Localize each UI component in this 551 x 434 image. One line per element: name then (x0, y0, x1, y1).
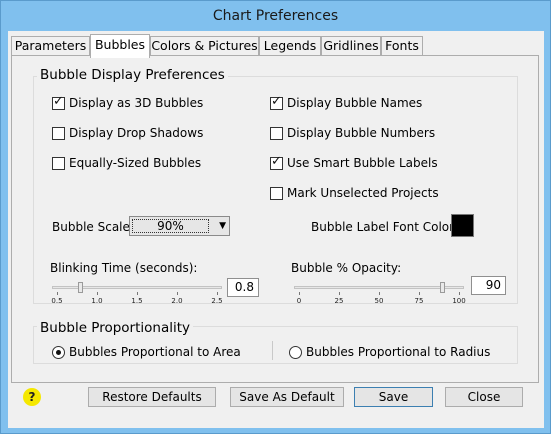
blinking-tick-mark (177, 292, 178, 295)
opacity-input[interactable]: 90 (471, 276, 506, 295)
bubble-scale-label: Bubble Scale: (52, 220, 134, 234)
display-prefs-title: Bubble Display Preferences (37, 67, 228, 83)
opacity-tick-mark (419, 292, 420, 295)
checkbox-box[interactable] (270, 186, 283, 200)
dropdown-arrow-icon: ▼ (219, 221, 226, 231)
checkbox-equally-sized[interactable]: Equally-Sized Bubbles (52, 156, 201, 170)
blinking-time-input[interactable]: 0.8 (227, 278, 259, 297)
save-button[interactable]: Save (354, 387, 433, 407)
blinking-tick-label: 1.0 (91, 297, 103, 305)
radio-proportional-area[interactable]: Bubbles Proportional to Area (52, 345, 241, 359)
blinking-tick-label: 2.5 (211, 297, 223, 305)
label-font-color-swatch[interactable] (451, 214, 474, 237)
opacity-tick-mark (299, 292, 300, 295)
checkbox-label: Display as 3D Bubbles (69, 96, 204, 110)
tab-bubbles[interactable]: Bubbles (90, 34, 150, 58)
checkbox-bubble-names[interactable]: ✓ Display Bubble Names (270, 93, 423, 110)
blinking-tick-mark (57, 292, 58, 295)
checkbox-label: Display Drop Shadows (69, 126, 204, 140)
opacity-slider-thumb[interactable] (440, 282, 445, 293)
checkbox-box[interactable] (270, 126, 283, 140)
checkbox-box[interactable] (52, 156, 65, 170)
checkmark-icon: ✓ (271, 93, 282, 109)
checkbox-label: Use Smart Bubble Labels (287, 156, 438, 170)
blinking-tick-mark (217, 292, 218, 295)
opacity-tick-label: 25 (334, 297, 344, 305)
checkbox-label: Equally-Sized Bubbles (69, 156, 202, 170)
blinking-tick-label: 1.5 (131, 297, 143, 305)
opacity-tick-label: 100 (452, 297, 466, 305)
restore-defaults-button[interactable]: Restore Defaults (88, 387, 216, 407)
checkbox-label: Display Bubble Numbers (287, 126, 436, 140)
tab-gridlines[interactable]: Gridlines (321, 36, 381, 56)
blinking-slider-thumb[interactable] (78, 282, 83, 293)
opacity-tick-label: 0 (296, 297, 302, 305)
help-icon[interactable]: ? (23, 388, 41, 406)
chart-preferences-window: Chart Preferences Parameters Bubbles Col… (0, 0, 551, 434)
opacity-tick-mark (379, 292, 380, 295)
radio-label: Bubbles Proportional to Area (69, 345, 241, 359)
proportionality-title: Bubble Proportionality (37, 320, 194, 336)
opacity-tick-mark (339, 292, 340, 295)
checkbox-box[interactable] (52, 126, 65, 140)
checkbox-label: Display Bubble Names (287, 96, 423, 110)
bubbles-tab-panel: Bubble Display Preferences ✓ Display as … (11, 55, 539, 383)
checkbox-bubble-numbers[interactable]: Display Bubble Numbers (270, 126, 435, 140)
blinking-tick-label: 2.0 (171, 297, 183, 305)
radio-selected-dot (56, 349, 61, 355)
opacity-label: Bubble % Opacity: (291, 261, 402, 275)
checkbox-3d-bubbles[interactable]: ✓ Display as 3D Bubbles (52, 93, 204, 110)
radio-label: Bubbles Proportional to Radius (306, 345, 491, 359)
label-font-color-label: Bubble Label Font Color: (311, 220, 458, 234)
bubble-scale-select[interactable]: 90% ▼ (129, 216, 230, 236)
bubble-scale-value: 90% (132, 219, 209, 233)
blinking-tick-label: 0.5 (51, 297, 63, 305)
opacity-tick-mark (459, 292, 460, 295)
checkbox-box[interactable]: ✓ (270, 93, 283, 110)
radio-button[interactable] (52, 345, 65, 359)
tab-parameters[interactable]: Parameters (11, 36, 90, 56)
blinking-time-label: Blinking Time (seconds): (50, 261, 198, 275)
close-button[interactable]: Close (445, 387, 523, 407)
checkbox-mark-unselected[interactable]: Mark Unselected Projects (270, 186, 439, 200)
checkmark-icon: ✓ (53, 93, 64, 109)
checkbox-drop-shadows[interactable]: Display Drop Shadows (52, 126, 203, 140)
tab-fonts[interactable]: Fonts (381, 36, 423, 56)
checkbox-box[interactable]: ✓ (52, 93, 65, 110)
divider (272, 341, 273, 360)
blinking-tick-mark (97, 292, 98, 295)
checkbox-label: Mark Unselected Projects (287, 186, 439, 200)
save-as-default-button[interactable]: Save As Default (230, 387, 344, 407)
radio-button[interactable] (289, 345, 302, 359)
checkbox-box[interactable]: ✓ (270, 153, 283, 170)
checkbox-smart-labels[interactable]: ✓ Use Smart Bubble Labels (270, 153, 438, 170)
opacity-tick-label: 75 (414, 297, 424, 305)
dialog-client-area: Parameters Bubbles Colors & Pictures Leg… (8, 31, 544, 428)
checkmark-icon: ✓ (271, 153, 282, 169)
blinking-tick-mark (137, 292, 138, 295)
opacity-slider-track[interactable] (294, 286, 464, 289)
radio-proportional-radius[interactable]: Bubbles Proportional to Radius (289, 345, 490, 359)
opacity-tick-label: 50 (374, 297, 384, 305)
window-title: Chart Preferences (212, 8, 339, 24)
tab-legends[interactable]: Legends (259, 36, 321, 56)
tab-colors-pictures[interactable]: Colors & Pictures (150, 36, 259, 56)
